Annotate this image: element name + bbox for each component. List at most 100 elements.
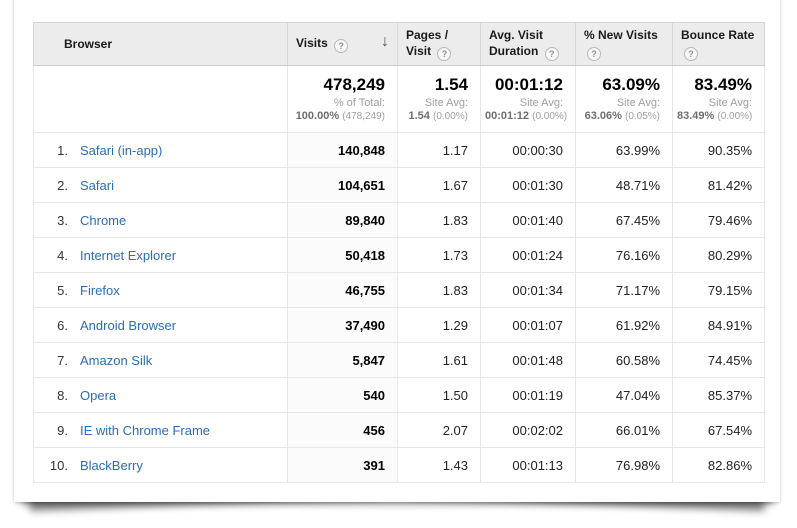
summary-label: Site Avg: [520,97,563,109]
visits-cell: 89,840 [288,203,398,238]
table-row: 3.Chrome 89,840 1.83 00:01:40 67.45% 79.… [34,203,765,238]
summary-value: 478,249 [292,75,385,95]
visits-cell: 50,418 [288,238,398,273]
row-rank: 8. [42,388,68,403]
summary-label: % of Total: [334,97,385,109]
summary-visits: 478,249 % of Total: 100.00% (478,249) [288,66,398,133]
summary-avg: 1.54 [409,110,430,122]
table-row: 5.Firefox 46,755 1.83 00:01:34 71.17% 79… [34,273,765,308]
column-label: % New Visits [584,28,658,42]
pct-new-visits-cell: 67.45% [576,203,673,238]
browser-link[interactable]: Chrome [80,213,126,228]
summary-delta: (478,249) [342,111,385,122]
browser-cell: 10.BlackBerry [34,448,288,483]
visits-cell: 391 [288,448,398,483]
avg-visit-duration-cell: 00:01:07 [481,308,576,343]
summary-value: 00:01:12 [485,75,563,95]
pct-new-visits-cell: 48.71% [576,168,673,203]
report-card: Browser Visits ? ↓ Pages / Visit ? Avg. … [14,0,780,502]
pct-new-visits-cell: 76.98% [576,448,673,483]
pages-per-visit-cell: 1.83 [398,203,481,238]
browser-cell: 9. IE with Chrome Frame [34,413,288,448]
pct-new-visits-cell: 63.99% [576,133,673,168]
table-row: 4.Internet Explorer 50,418 1.73 00:01:24… [34,238,765,273]
pages-per-visit-cell: 1.67 [398,168,481,203]
table-row: 1.Safari (in-app) 140,848 1.17 00:00:30 … [34,133,765,168]
summary-avg-visit-duration: 00:01:12 Site Avg: 00:01:12 (0.00%) [481,66,576,133]
column-header-pct-new-visits[interactable]: % New Visits ? [576,23,673,66]
summary-delta: (0.05%) [625,111,660,122]
summary-avg: 100.00% [296,110,339,122]
visits-cell: 540 [288,378,398,413]
visits-cell: 140,848 [288,133,398,168]
help-icon[interactable]: ? [437,47,451,61]
avg-visit-duration-cell: 00:01:30 [481,168,576,203]
browser-link[interactable]: Safari (in-app) [80,143,162,158]
browser-cell: 7. Amazon Silk [34,343,288,378]
browser-link[interactable]: BlackBerry [80,458,143,473]
avg-visit-duration-cell: 00:02:02 [481,413,576,448]
pct-new-visits-cell: 71.17% [576,273,673,308]
column-header-pages-per-visit[interactable]: Pages / Visit ? [398,23,481,66]
column-header-browser[interactable]: Browser [34,23,288,66]
bounce-rate-cell: 82.86% [673,448,765,483]
summary-browser-cell [34,66,288,133]
browser-link[interactable]: IE with Chrome Frame [80,423,210,438]
summary-avg: 00:01:12 [485,110,529,122]
column-header-bounce-rate[interactable]: Bounce Rate ? [673,23,765,66]
avg-visit-duration-cell: 00:01:24 [481,238,576,273]
browser-link[interactable]: Internet Explorer [80,248,176,263]
table-row: 10.BlackBerry 391 1.43 00:01:13 76.98% 8… [34,448,765,483]
table-header: Browser Visits ? ↓ Pages / Visit ? Avg. … [34,23,765,66]
help-icon[interactable]: ? [545,47,559,61]
pages-per-visit-cell: 2.07 [398,413,481,448]
browser-link[interactable]: Android Browser [80,318,176,333]
row-rank: 5. [42,283,68,298]
help-icon[interactable]: ? [587,47,601,61]
bounce-rate-cell: 81.42% [673,168,765,203]
browser-link[interactable]: Safari [80,178,114,193]
browser-cell: 8. Opera [34,378,288,413]
pages-per-visit-cell: 1.73 [398,238,481,273]
summary-pct-new-visits: 63.09% Site Avg: 63.06% (0.05%) [576,66,673,133]
pct-new-visits-cell: 47.04% [576,378,673,413]
row-rank: 9. [42,423,68,438]
column-label: Visits [296,36,328,50]
browser-cell: 5. Firefox [34,273,288,308]
summary-delta: (0.00%) [433,111,468,122]
pages-per-visit-cell: 1.61 [398,343,481,378]
summary-bounce-rate: 83.49% Site Avg: 83.49% (0.00%) [673,66,765,133]
column-header-avg-visit-duration[interactable]: Avg. Visit Duration ? [481,23,576,66]
summary-delta: (0.00%) [717,111,752,122]
column-header-visits[interactable]: Visits ? ↓ [288,23,398,66]
avg-visit-duration-cell: 00:01:34 [481,273,576,308]
avg-visit-duration-cell: 00:01:13 [481,448,576,483]
browser-link[interactable]: Opera [80,388,116,403]
summary-label: Site Avg: [709,97,752,109]
avg-visit-duration-cell: 00:00:30 [481,133,576,168]
column-label: Avg. Visit Duration [489,28,543,58]
avg-visit-duration-cell: 00:01:40 [481,203,576,238]
browser-link[interactable]: Amazon Silk [80,353,152,368]
visits-cell: 5,847 [288,343,398,378]
help-icon[interactable]: ? [684,47,698,61]
bounce-rate-cell: 79.46% [673,203,765,238]
pct-new-visits-cell: 61.92% [576,308,673,343]
column-label: Bounce Rate [681,28,754,42]
visits-cell: 37,490 [288,308,398,343]
sort-descending-icon[interactable]: ↓ [381,34,389,50]
pct-new-visits-cell: 60.58% [576,343,673,378]
browser-link[interactable]: Firefox [80,283,120,298]
browser-metrics-table: Browser Visits ? ↓ Pages / Visit ? Avg. … [33,22,765,483]
summary-value: 83.49% [677,75,752,95]
summary-label: Site Avg: [425,97,468,109]
browser-cell: 4.Internet Explorer [34,238,288,273]
row-rank: 7. [42,353,68,368]
browser-cell: 6.Android Browser [34,308,288,343]
help-icon[interactable]: ? [334,39,348,53]
summary-delta: (0.00%) [532,111,567,122]
row-rank: 2. [42,178,68,193]
table-row: 8.Opera 540 1.50 00:01:19 47.04% 85.37% [34,378,765,413]
pct-new-visits-cell: 76.16% [576,238,673,273]
pages-per-visit-cell: 1.50 [398,378,481,413]
